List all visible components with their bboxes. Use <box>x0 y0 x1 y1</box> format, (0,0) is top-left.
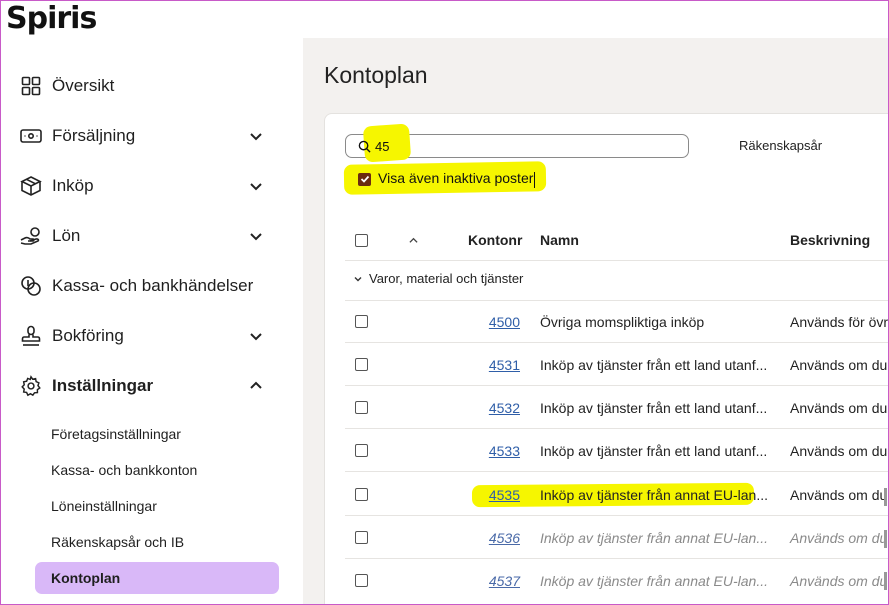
account-description: Används om du <box>790 400 888 416</box>
group-label: Varor, material och tjänster <box>369 271 524 286</box>
chevron-down-icon[interactable] <box>353 274 363 284</box>
group-header-row[interactable]: Varor, material och tjänster <box>345 271 523 286</box>
search-value: 45 <box>375 138 390 154</box>
scrollbar[interactable] <box>884 572 887 590</box>
show-inactive-label: Visa även inaktiva poster <box>378 170 536 188</box>
account-description: Används om du <box>790 530 888 546</box>
row-divider <box>345 342 889 343</box>
account-number-link[interactable]: 4532 <box>470 400 520 416</box>
sidebar-item-oversikt[interactable]: Översikt <box>20 66 282 106</box>
account-name: Inköp av tjänster från annat EU-lan... <box>540 573 769 589</box>
checkmark-icon <box>360 175 369 183</box>
scrollbar[interactable] <box>884 488 887 506</box>
show-inactive-checkbox-row[interactable]: Visa även inaktiva poster <box>358 169 536 189</box>
chevron-down-icon[interactable] <box>248 328 264 344</box>
account-name: Inköp av tjänster från annat EU-lan... <box>540 487 769 503</box>
account-description: Används om du <box>790 487 888 503</box>
grid-icon <box>20 75 42 97</box>
chevron-down-icon[interactable] <box>248 128 264 144</box>
account-description: Används om du <box>790 443 888 459</box>
account-name: Inköp av tjänster från ett land utanf... <box>540 443 768 459</box>
account-number-link[interactable]: 4500 <box>470 314 520 330</box>
account-number-link[interactable]: 4535 <box>470 487 520 503</box>
show-inactive-checkbox[interactable] <box>358 172 371 186</box>
stamp-icon <box>20 325 42 347</box>
sidebar-item-kassa-bankhandelser[interactable]: Kassa- och bankhändelser <box>20 266 282 306</box>
page-title: Kontoplan <box>324 62 428 88</box>
account-number-link[interactable]: 4533 <box>470 443 520 459</box>
scrollbar[interactable] <box>884 530 887 548</box>
account-number-link[interactable]: 4536 <box>470 530 520 546</box>
sidebar-item-label: Bokföring <box>52 326 124 345</box>
sidebar-item-bokforing[interactable]: Bokföring <box>20 316 282 356</box>
row-checkbox[interactable] <box>355 315 368 328</box>
row-divider <box>345 300 889 301</box>
account-number-link[interactable]: 4537 <box>470 573 520 589</box>
row-divider <box>345 260 889 261</box>
sidebar-item-lon[interactable]: Lön <box>20 216 282 256</box>
subnav-loneinstallningar[interactable]: Löneinställningar <box>35 490 279 522</box>
account-number-link[interactable]: 4531 <box>470 357 520 373</box>
row-checkbox[interactable] <box>355 444 368 457</box>
account-description: Används om du <box>790 573 888 589</box>
column-header-namn[interactable]: Namn <box>540 232 579 248</box>
fiscal-year-label[interactable]: Räkenskapsår <box>739 138 822 153</box>
chevron-down-icon[interactable] <box>248 228 264 244</box>
column-header-beskrivning[interactable]: Beskrivning <box>790 232 870 248</box>
account-name: Övriga momspliktiga inköp <box>540 314 705 330</box>
sidebar-item-label: Inställningar <box>52 376 154 395</box>
row-checkbox[interactable] <box>355 574 368 587</box>
subnav-kassa-bankkonton[interactable]: Kassa- och bankkonton <box>35 454 279 486</box>
chevron-down-icon[interactable] <box>248 178 264 194</box>
sidebar-item-installningar[interactable]: Inställningar <box>20 366 282 406</box>
box-icon <box>20 175 42 197</box>
account-description: Används för övr <box>790 314 889 330</box>
row-checkbox[interactable] <box>355 401 368 414</box>
chevron-up-icon[interactable] <box>248 378 264 394</box>
row-divider <box>345 558 889 559</box>
account-name: Inköp av tjänster från ett land utanf... <box>540 400 768 416</box>
sidebar-item-label: Inköp <box>52 176 94 195</box>
logo[interactable]: Spiris <box>6 1 97 36</box>
account-name: Inköp av tjänster från annat EU-lan... <box>540 530 769 546</box>
row-checkbox[interactable] <box>355 358 368 371</box>
account-description: Används om du <box>790 357 888 373</box>
row-divider <box>345 385 889 386</box>
column-header-kontonr[interactable]: Kontonr <box>468 232 522 248</box>
row-divider <box>345 428 889 429</box>
sidebar-item-label: Översikt <box>52 76 115 95</box>
hand-coins-icon <box>20 225 42 247</box>
search-icon <box>358 140 371 153</box>
row-divider <box>345 515 889 516</box>
sort-ascending-icon[interactable] <box>408 236 419 245</box>
sidebar-item-label: Kassa- och bankhändelser <box>52 276 254 295</box>
account-name: Inköp av tjänster från ett land utanf... <box>540 357 768 373</box>
wallet-icon <box>20 125 42 147</box>
sidebar-item-label: Lön <box>52 226 81 245</box>
gear-icon <box>20 375 42 397</box>
coins-icon <box>20 275 42 297</box>
subnav-rakenskapsar-ib[interactable]: Räkenskapsår och IB <box>35 526 279 558</box>
sidebar-item-label: Försäljning <box>52 126 136 145</box>
row-checkbox[interactable] <box>355 531 368 544</box>
row-checkbox[interactable] <box>355 488 368 501</box>
row-divider <box>345 471 889 472</box>
subnav-foretagsinstallningar[interactable]: Företagsinställningar <box>35 418 279 450</box>
sidebar-item-inkop[interactable]: Inköp <box>20 166 282 206</box>
select-all-checkbox[interactable] <box>355 234 368 247</box>
sidebar-item-forsaljning[interactable]: Försäljning <box>20 116 282 156</box>
subnav-kontoplan[interactable]: Kontoplan <box>35 562 279 594</box>
